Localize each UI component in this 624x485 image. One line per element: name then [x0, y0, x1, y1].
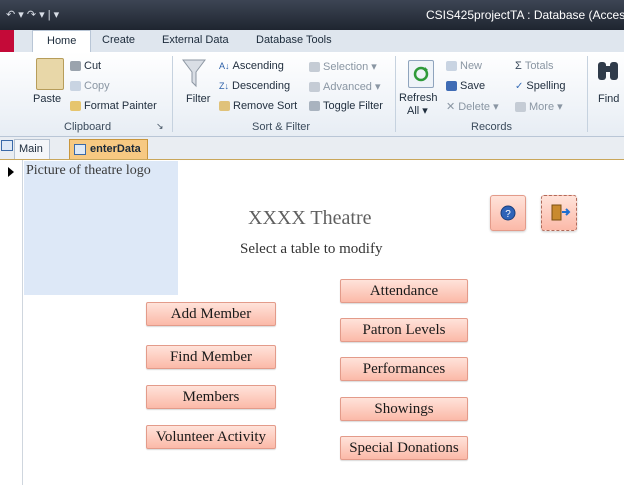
form-icon [74, 143, 86, 155]
spelling-button[interactable]: ✓ Spelling [515, 80, 566, 92]
advanced-button[interactable]: Advanced ▾ [309, 80, 381, 93]
copy-label: Copy [84, 80, 110, 92]
clipboard-dialog-launcher[interactable]: ↘ [156, 121, 164, 132]
ascending-label: Ascending [232, 60, 284, 72]
sigma-icon: Σ [515, 60, 522, 72]
refresh-all-dropdown[interactable]: All ▾ [407, 104, 428, 117]
help-button[interactable]: ? [490, 195, 526, 231]
new-record-button[interactable]: New [446, 60, 482, 72]
tab-database-tools[interactable]: Database Tools [256, 34, 332, 46]
records-group-label: Records [471, 121, 512, 133]
ascending-button[interactable]: A↓ Ascending [219, 60, 284, 72]
doc-tab-main-label: Main [19, 143, 43, 155]
svg-text:?: ? [505, 209, 511, 220]
special-donations-button[interactable]: Special Donations [340, 436, 468, 460]
refresh-all-button[interactable]: Refresh [399, 92, 438, 104]
record-selector[interactable] [0, 160, 23, 485]
copy-icon [70, 81, 81, 92]
tab-external-data[interactable]: External Data [162, 34, 229, 46]
binoculars-icon[interactable] [596, 58, 620, 86]
advanced-label: Advanced ▾ [323, 81, 381, 93]
find-member-button[interactable]: Find Member [146, 345, 276, 369]
sort-descending-icon: Z↓ [219, 81, 229, 91]
scissors-icon [70, 61, 81, 72]
help-icon: ? [500, 205, 516, 221]
showings-button[interactable]: Showings [340, 397, 468, 421]
refresh-icon[interactable] [408, 60, 434, 88]
paste-icon[interactable] [36, 58, 64, 90]
selection-label: Selection ▾ [323, 61, 377, 73]
delete-icon: ✕ [446, 101, 456, 113]
form-subtitle: Select a table to modify [240, 241, 383, 257]
advanced-filter-icon [309, 82, 320, 93]
tab-home[interactable]: Home [32, 30, 92, 53]
paintbrush-icon [70, 101, 81, 112]
performances-button[interactable]: Performances [340, 357, 468, 381]
remove-sort-button[interactable]: Remove Sort [219, 100, 297, 112]
save-icon [446, 81, 457, 92]
theatre-logo-placeholder: Picture of theatre logo [24, 161, 178, 295]
save-label: Save [460, 80, 486, 92]
descending-label: Descending [232, 80, 291, 92]
toggle-filter-label: Toggle Filter [323, 100, 383, 112]
sort-filter-group-label: Sort & Filter [252, 121, 311, 133]
paste-button[interactable]: Paste [33, 93, 61, 105]
format-painter-label: Format Painter [84, 100, 157, 112]
tab-create[interactable]: Create [102, 34, 135, 46]
ribbon-group-divider [172, 56, 173, 132]
file-tab[interactable] [0, 30, 14, 52]
cut-label: Cut [84, 60, 102, 72]
descending-button[interactable]: Z↓ Descending [219, 80, 290, 92]
more-grid-icon [515, 102, 526, 113]
format-painter-button[interactable]: Format Painter [70, 100, 157, 112]
logo-placeholder-text: Picture of theatre logo [26, 163, 151, 178]
form-title: XXXX Theatre [248, 207, 372, 229]
more-button[interactable]: More ▾ [515, 100, 563, 113]
find-button[interactable]: Find [598, 93, 619, 105]
ribbon-group-divider [395, 56, 396, 132]
spelling-check-icon: ✓ [515, 81, 524, 92]
cut-button[interactable]: Cut [70, 60, 101, 72]
spelling-label: Spelling [526, 80, 566, 92]
more-label: More ▾ [529, 101, 563, 113]
doc-tab-enterdata-label: enterData [90, 143, 141, 155]
doc-tab-main[interactable]: Main [14, 139, 50, 159]
toggle-filter-button[interactable]: Toggle Filter [309, 100, 383, 112]
new-record-icon [446, 61, 457, 72]
save-record-button[interactable]: Save [446, 80, 485, 92]
doc-tab-enterdata[interactable]: enterData [69, 139, 148, 159]
selection-filter-icon [309, 62, 320, 73]
totals-label: Totals [524, 60, 554, 72]
volunteer-activity-button[interactable]: Volunteer Activity [146, 425, 276, 449]
attendance-button[interactable]: Attendance [340, 279, 468, 303]
form-icon [1, 140, 13, 151]
quick-access-toolbar[interactable]: ↶ ▾ ↷ ▾ | ▾ [6, 8, 59, 21]
copy-button[interactable]: Copy [70, 80, 110, 92]
filter-button[interactable]: Filter [186, 93, 210, 105]
delete-label: Delete ▾ [458, 101, 499, 113]
exit-button[interactable] [541, 195, 577, 231]
totals-button[interactable]: Σ Totals [515, 60, 554, 72]
new-label: New [460, 60, 483, 72]
ribbon-group-divider [587, 56, 588, 132]
remove-sort-label: Remove Sort [233, 100, 298, 112]
toggle-filter-icon [309, 101, 320, 112]
title-bar: ↶ ▾ ↷ ▾ | ▾ CSIS425projectTA : Database … [0, 0, 624, 30]
filter-icon[interactable] [182, 58, 206, 88]
delete-record-button[interactable]: ✕ Delete ▾ [446, 100, 499, 113]
patron-levels-button[interactable]: Patron Levels [340, 318, 468, 342]
remove-sort-icon [219, 101, 230, 112]
add-member-button[interactable]: Add Member [146, 302, 276, 326]
sort-ascending-icon: A↓ [219, 61, 230, 71]
selection-button[interactable]: Selection ▾ [309, 60, 377, 73]
clipboard-group-label: Clipboard [64, 121, 112, 133]
current-record-arrow-icon [8, 167, 14, 177]
window-title: CSIS425projectTA : Database (Access 2( [426, 8, 624, 22]
members-button[interactable]: Members [146, 385, 276, 409]
exit-door-icon [551, 204, 571, 221]
